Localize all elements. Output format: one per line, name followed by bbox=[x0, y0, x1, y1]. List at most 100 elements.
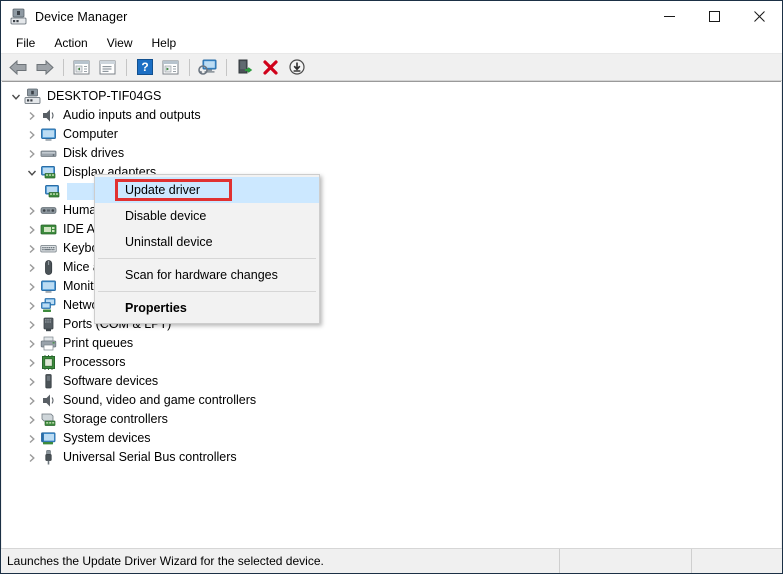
tree-node-storage-controllers[interactable]: Storage controllers bbox=[2, 410, 781, 429]
tree-node-label: Software devices bbox=[63, 374, 159, 388]
status-panel-2 bbox=[560, 549, 692, 573]
chevron-right-icon[interactable] bbox=[24, 239, 40, 258]
svg-text:?: ? bbox=[141, 60, 148, 74]
toolbar-forward[interactable] bbox=[32, 56, 57, 79]
tree-node-sound-video-game[interactable]: Sound, video and game controllers bbox=[2, 391, 781, 410]
device-manager-icon bbox=[10, 8, 27, 25]
menu-bar: File Action View Help bbox=[1, 32, 782, 54]
context-menu[interactable]: Update driver Disable device Uninstall d… bbox=[94, 174, 320, 324]
tree-node-label: Print queues bbox=[63, 336, 134, 350]
tree-node-label: Sound, video and game controllers bbox=[63, 393, 257, 407]
tree-node-label: Universal Serial Bus controllers bbox=[63, 450, 237, 464]
chevron-right-icon[interactable] bbox=[24, 258, 40, 277]
ctx-properties-label: Properties bbox=[125, 301, 187, 315]
ctx-disable-device[interactable]: Disable device bbox=[95, 203, 319, 229]
chevron-right-icon[interactable] bbox=[24, 391, 40, 410]
chevron-right-icon[interactable] bbox=[24, 106, 40, 125]
tree-node-print-queues[interactable]: Print queues bbox=[2, 334, 781, 353]
software-device-icon bbox=[40, 373, 57, 390]
ctx-uninstall-device-label: Uninstall device bbox=[125, 235, 213, 249]
chevron-right-icon[interactable] bbox=[24, 334, 40, 353]
toolbar-update-driver[interactable] bbox=[158, 56, 183, 79]
toolbar-help[interactable]: ? bbox=[132, 56, 157, 79]
status-bar: Launches the Update Driver Wizard for th… bbox=[1, 548, 782, 573]
chevron-right-icon[interactable] bbox=[24, 220, 40, 239]
chevron-right-icon[interactable] bbox=[24, 429, 40, 448]
close-button[interactable] bbox=[737, 1, 782, 32]
tree-node-usb-controllers[interactable]: Universal Serial Bus controllers bbox=[2, 448, 781, 467]
ctx-scan-hardware-changes[interactable]: Scan for hardware changes bbox=[95, 262, 319, 288]
network-adapter-icon bbox=[40, 297, 57, 314]
ctx-update-driver-label: Update driver bbox=[125, 183, 201, 197]
hid-icon bbox=[40, 202, 57, 219]
toolbar-separator-1 bbox=[63, 58, 64, 76]
computer-root-icon bbox=[24, 88, 41, 105]
minimize-button[interactable] bbox=[647, 1, 692, 32]
chevron-right-icon[interactable] bbox=[24, 125, 40, 144]
toolbar: ? bbox=[1, 54, 782, 81]
title-bar: Device Manager bbox=[1, 1, 782, 32]
monitor-icon bbox=[40, 126, 57, 143]
chevron-right-icon[interactable] bbox=[24, 144, 40, 163]
ctx-properties[interactable]: Properties bbox=[95, 295, 319, 321]
toolbar-scan-hardware-changes[interactable] bbox=[195, 56, 220, 79]
mouse-icon bbox=[40, 259, 57, 276]
toolbar-properties[interactable] bbox=[95, 56, 120, 79]
port-icon bbox=[40, 316, 57, 333]
tree-node-label: Storage controllers bbox=[63, 412, 168, 426]
toolbar-separator-4 bbox=[226, 58, 227, 76]
chevron-right-icon[interactable] bbox=[24, 315, 40, 334]
chevron-right-icon[interactable] bbox=[24, 410, 40, 429]
chevron-right-icon[interactable] bbox=[24, 448, 40, 467]
status-panel-3 bbox=[692, 549, 782, 573]
system-device-icon bbox=[40, 430, 57, 447]
chevron-right-icon[interactable] bbox=[24, 353, 40, 372]
tree-node-system-devices[interactable]: System devices bbox=[2, 429, 781, 448]
menu-action[interactable]: Action bbox=[45, 34, 96, 52]
keyboard-icon bbox=[40, 240, 57, 257]
chevron-right-icon[interactable] bbox=[24, 372, 40, 391]
window-title: Device Manager bbox=[35, 9, 128, 24]
speaker-icon bbox=[40, 107, 57, 124]
chevron-right-icon[interactable] bbox=[24, 277, 40, 296]
speaker-icon bbox=[40, 392, 57, 409]
chevron-right-icon[interactable] bbox=[24, 201, 40, 220]
tree-node-software-devices[interactable]: Software devices bbox=[2, 372, 781, 391]
window-controls bbox=[647, 1, 782, 32]
chevron-down-icon[interactable] bbox=[24, 163, 40, 182]
toolbar-enable-device[interactable] bbox=[232, 56, 257, 79]
tree-node-label: Computer bbox=[63, 127, 118, 141]
menu-help[interactable]: Help bbox=[143, 34, 186, 52]
tree-node-label: Audio inputs and outputs bbox=[63, 108, 201, 122]
tree-node-label: System devices bbox=[63, 431, 151, 445]
maximize-button[interactable] bbox=[692, 1, 737, 32]
usb-icon bbox=[40, 449, 57, 466]
toolbar-uninstall-device[interactable] bbox=[258, 56, 283, 79]
device-tree-pane[interactable]: DESKTOP-TIF04GS Audio inputs and outputs bbox=[2, 81, 781, 548]
ide-controller-icon bbox=[40, 221, 57, 238]
device-manager-window: Device Manager File Action View Help ? D… bbox=[0, 0, 783, 574]
ctx-update-driver[interactable]: Update driver bbox=[95, 177, 319, 203]
toolbar-show-hidden-devices[interactable] bbox=[69, 56, 94, 79]
tree-node-root-label: DESKTOP-TIF04GS bbox=[47, 89, 162, 103]
ctx-separator-1 bbox=[98, 258, 316, 259]
tree-node-audio[interactable]: Audio inputs and outputs bbox=[2, 106, 781, 125]
tree-node-computer[interactable]: Computer bbox=[2, 125, 781, 144]
tree-node-processors[interactable]: Processors bbox=[2, 353, 781, 372]
monitor-icon bbox=[40, 278, 57, 295]
tree-node-disk-drives[interactable]: Disk drives bbox=[2, 144, 781, 163]
toolbar-separator-3 bbox=[189, 58, 190, 76]
chevron-right-icon[interactable] bbox=[24, 296, 40, 315]
toolbar-back[interactable] bbox=[6, 56, 31, 79]
ctx-separator-2 bbox=[98, 291, 316, 292]
menu-view[interactable]: View bbox=[98, 34, 142, 52]
tree-node-label: Processors bbox=[63, 355, 126, 369]
toolbar-download[interactable] bbox=[284, 56, 309, 79]
ctx-uninstall-device[interactable]: Uninstall device bbox=[95, 229, 319, 255]
disk-drive-icon bbox=[40, 145, 57, 162]
menu-file[interactable]: File bbox=[7, 34, 44, 52]
display-adapter-icon bbox=[40, 164, 57, 181]
tree-node-root[interactable]: DESKTOP-TIF04GS bbox=[2, 87, 781, 106]
chevron-down-icon[interactable] bbox=[8, 87, 24, 106]
ctx-disable-device-label: Disable device bbox=[125, 209, 207, 223]
